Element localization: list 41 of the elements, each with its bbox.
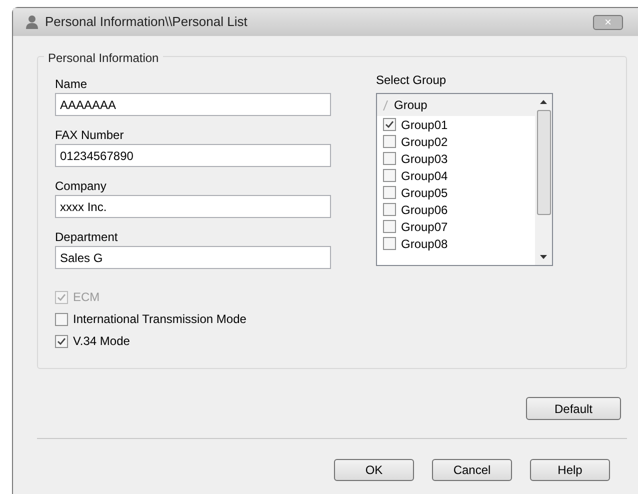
checkbox[interactable]: [383, 118, 396, 131]
group-item[interactable]: Group07: [401, 218, 448, 236]
column-title: Group: [394, 97, 428, 114]
checkbox[interactable]: [383, 203, 396, 216]
checkbox[interactable]: [383, 237, 396, 250]
field-label: FAX Number: [55, 127, 125, 144]
option-label[interactable]: International Transmission Mode: [73, 310, 246, 328]
dialog-button[interactable]: OK: [334, 459, 414, 481]
field-label: Department: [55, 229, 119, 246]
group-item[interactable]: Group04: [401, 166, 448, 184]
scroll-up-icon[interactable]: [540, 100, 547, 104]
window-title: Personal Information\\Personal List: [45, 13, 248, 32]
group-item[interactable]: Group02: [401, 132, 448, 150]
text-field[interactable]: AAAAAAA: [55, 93, 331, 116]
group-item[interactable]: Group05: [401, 184, 448, 202]
field-label: Name: [55, 76, 88, 93]
group-item[interactable]: Group06: [401, 200, 448, 218]
column-header[interactable]: Group: [377, 94, 535, 116]
checkbox[interactable]: [55, 334, 68, 348]
default-button[interactable]: Default: [526, 397, 621, 420]
checkbox[interactable]: [383, 186, 396, 199]
checkbox[interactable]: [383, 135, 396, 148]
dialog-button[interactable]: Help: [530, 459, 610, 481]
scrollbar[interactable]: [535, 94, 552, 265]
section-label: Select Group: [376, 72, 448, 89]
checkbox[interactable]: [383, 152, 396, 165]
sort-icon: [383, 100, 388, 110]
group-item[interactable]: Group08: [401, 234, 448, 252]
person-icon: [25, 14, 39, 30]
checkbox[interactable]: [383, 220, 396, 233]
dialog-button[interactable]: Cancel: [432, 459, 512, 481]
text-field[interactable]: xxxx Inc.: [55, 195, 331, 218]
checkbox[interactable]: [383, 169, 396, 182]
option-label[interactable]: V.34 Mode: [73, 332, 130, 350]
group-item[interactable]: Group03: [401, 150, 448, 168]
scroll-down-icon[interactable]: [540, 255, 547, 259]
field-label: Company: [55, 178, 108, 195]
text-field[interactable]: 01234567890: [55, 144, 331, 167]
text-field[interactable]: Sales G: [55, 246, 331, 269]
checkbox[interactable]: [55, 312, 68, 326]
group-item[interactable]: Group01: [401, 116, 448, 134]
